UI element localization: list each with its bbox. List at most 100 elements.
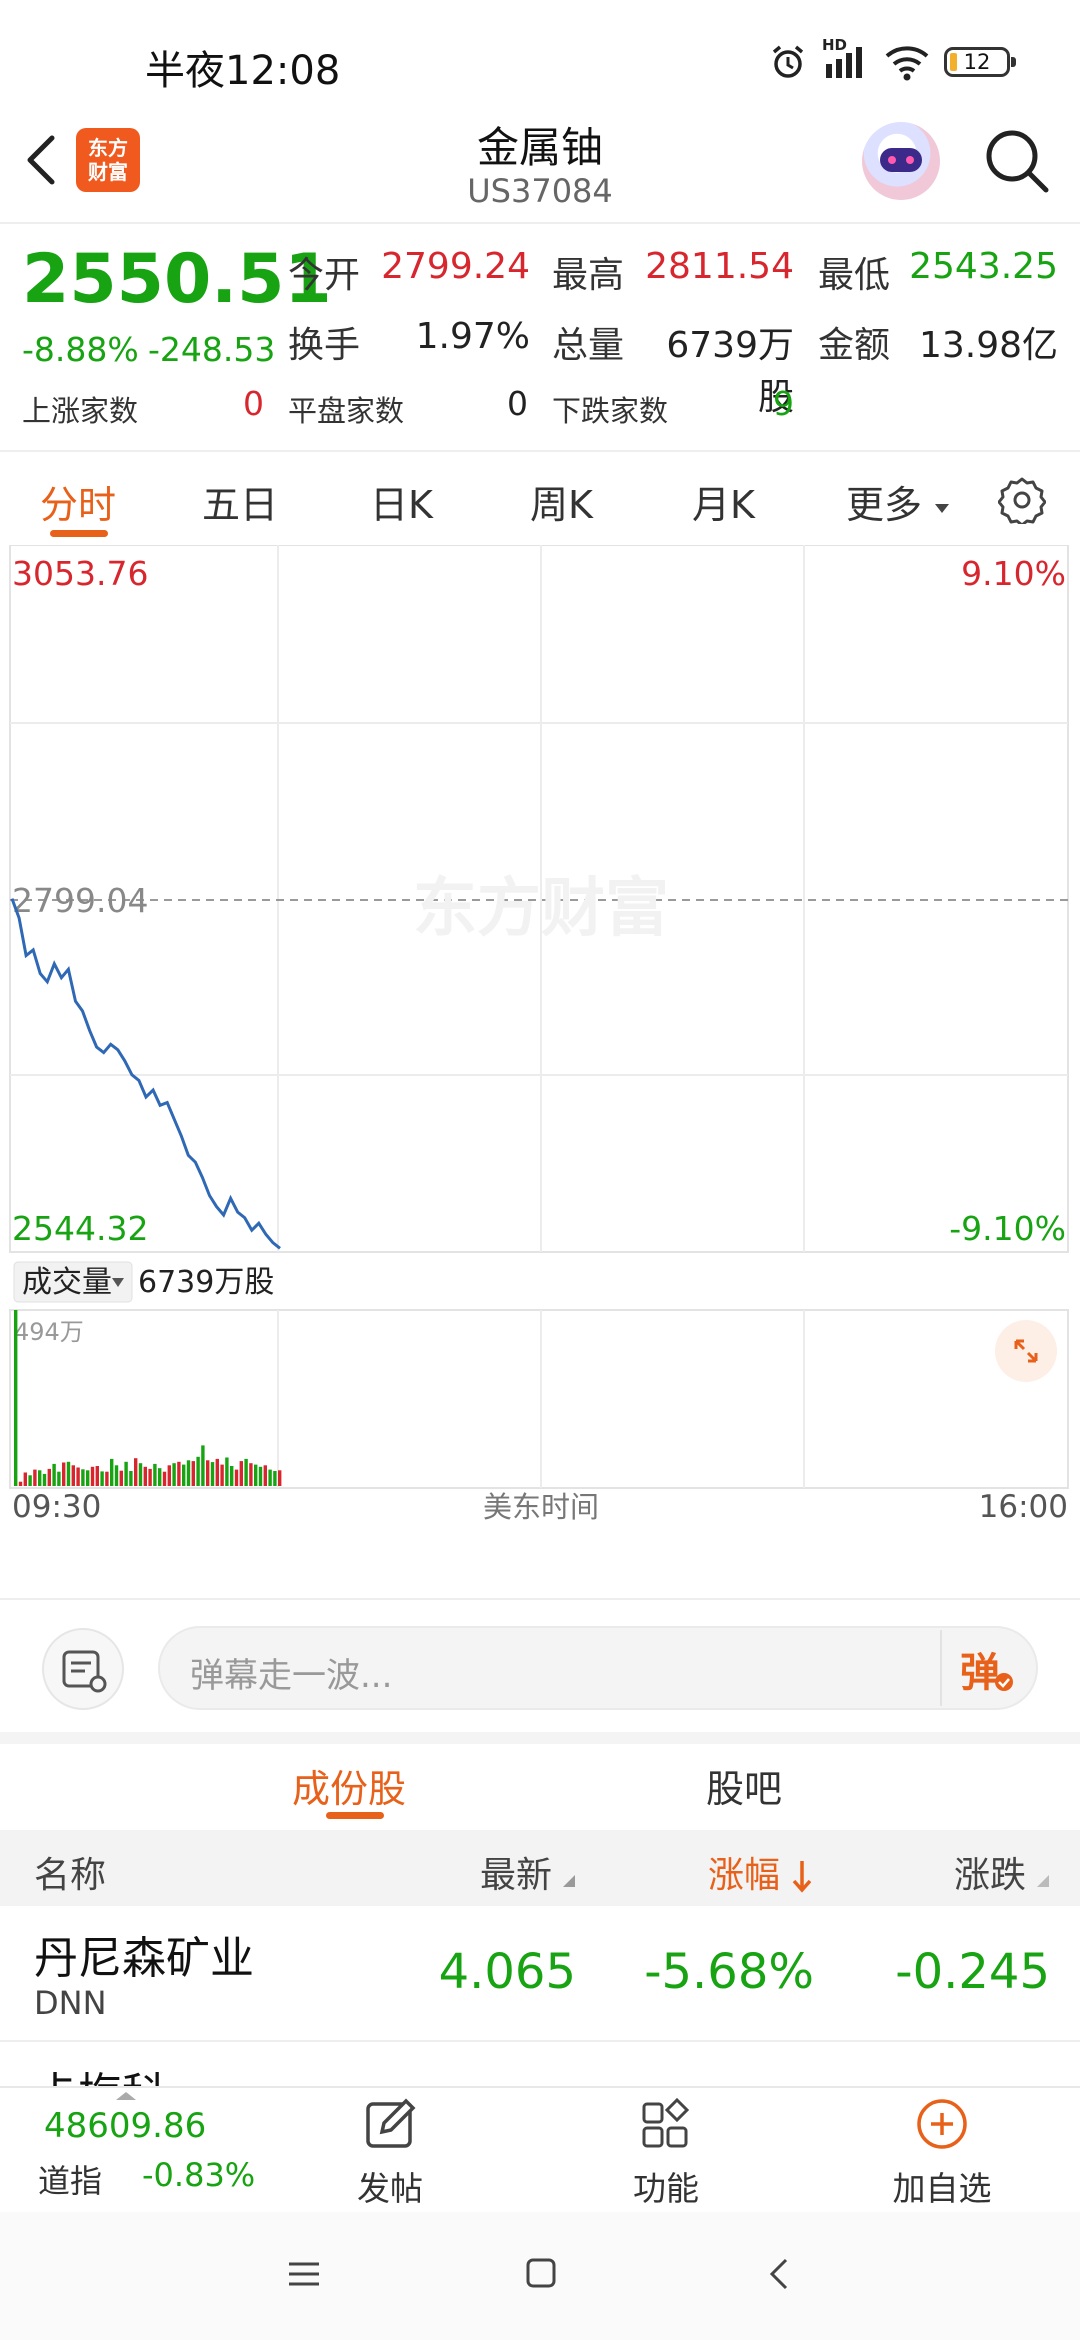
post-button[interactable]: 发帖 bbox=[320, 2162, 460, 2210]
battery-level: 12 bbox=[963, 50, 991, 74]
status-time: 半夜12:08 bbox=[145, 48, 341, 94]
expand-chart-button[interactable] bbox=[995, 1320, 1057, 1382]
volume-bar bbox=[258, 1466, 263, 1486]
tab-weekly-k[interactable]: 周K bbox=[530, 474, 593, 529]
row-stock-name: 丹尼森矿业 bbox=[34, 1933, 254, 1984]
post-edit-icon[interactable] bbox=[360, 2094, 420, 2154]
back-nav-icon[interactable] bbox=[766, 2256, 792, 2292]
volume-max-label: 494万 bbox=[14, 1318, 84, 1346]
col-name-header[interactable]: 名称 bbox=[34, 1846, 106, 1898]
row-change-pct: -5.68% bbox=[644, 1944, 814, 2000]
index-expand-arrow-icon[interactable] bbox=[116, 2090, 136, 2102]
tab-monthly-k[interactable]: 月K bbox=[692, 474, 755, 529]
prev-close-label: 2799.04 bbox=[12, 881, 148, 920]
time-start-label: 09:30 bbox=[12, 1489, 101, 1525]
tab-active-indicator bbox=[50, 530, 108, 537]
row-divider bbox=[0, 2040, 1080, 2042]
change-percent: -8.88% bbox=[22, 330, 139, 369]
pct-low-label: -9.10% bbox=[949, 1209, 1066, 1248]
open-label: 今开 bbox=[288, 255, 361, 296]
volume-bar bbox=[66, 1461, 71, 1486]
tab-forum[interactable]: 股吧 bbox=[706, 1758, 782, 1813]
turnover-label: 换手 bbox=[288, 325, 361, 366]
volume-bar bbox=[244, 1458, 248, 1486]
volume-bar bbox=[81, 1469, 85, 1486]
volume-bar bbox=[62, 1462, 66, 1486]
home-nav-icon[interactable] bbox=[524, 2256, 558, 2290]
volume-bar bbox=[148, 1468, 152, 1486]
sort-icon-2 bbox=[1037, 1875, 1050, 1887]
col-chg-header[interactable]: 涨跌 bbox=[954, 1846, 1050, 1898]
col-pct-header[interactable]: 涨幅 bbox=[708, 1846, 813, 1898]
time-end-label: 16:00 bbox=[979, 1489, 1068, 1525]
volume-bar bbox=[14, 1310, 18, 1486]
volume-bar bbox=[215, 1458, 219, 1486]
comment-divider bbox=[0, 1598, 1080, 1600]
volume-bar bbox=[42, 1473, 47, 1486]
functions-button[interactable]: 功能 bbox=[596, 2162, 736, 2210]
volume-bar bbox=[268, 1469, 272, 1486]
volume-bar bbox=[71, 1465, 75, 1486]
amount-value: 13.98亿 bbox=[918, 325, 1058, 366]
search-icon[interactable] bbox=[982, 126, 1052, 196]
index-value[interactable]: 48609.86 bbox=[44, 2106, 206, 2146]
robot-assistant-icon[interactable] bbox=[862, 122, 940, 200]
up-count: 0 bbox=[243, 384, 264, 423]
down-count-label: 下跌家数 bbox=[552, 394, 669, 428]
change-amount: -248.53 bbox=[148, 330, 276, 369]
battery-icon: 12 bbox=[944, 47, 1016, 77]
system-nav-bar bbox=[0, 2212, 1080, 2340]
volume-bar bbox=[138, 1463, 143, 1486]
col-last-header[interactable]: 最新 bbox=[480, 1846, 576, 1898]
dropdown-arrow-icon bbox=[935, 503, 950, 513]
header-divider bbox=[0, 222, 1080, 224]
volume-bar bbox=[110, 1458, 114, 1486]
volume-bar bbox=[273, 1471, 277, 1486]
up-count-label: 上涨家数 bbox=[22, 394, 139, 428]
volume-label: 总量 bbox=[552, 325, 625, 366]
volume-bar bbox=[230, 1466, 234, 1486]
volume-bar bbox=[33, 1469, 37, 1486]
menu-nav-icon[interactable] bbox=[286, 2258, 322, 2290]
danmu-separator bbox=[940, 1630, 942, 1706]
volume-bar bbox=[210, 1462, 215, 1486]
comment-settings-button[interactable] bbox=[42, 1628, 124, 1710]
current-price: 2550.51 bbox=[22, 240, 332, 319]
section-gap bbox=[0, 1732, 1080, 1744]
status-icons: HD 12 bbox=[768, 36, 1016, 82]
volume-bar bbox=[95, 1466, 99, 1486]
functions-grid-icon[interactable] bbox=[636, 2094, 696, 2154]
add-watchlist-icon[interactable] bbox=[912, 2094, 972, 2154]
tab-intraday[interactable]: 分时 bbox=[40, 474, 116, 529]
turnover-value: 1.97% bbox=[415, 316, 530, 357]
volume-bar bbox=[239, 1461, 243, 1486]
tab-daily-k[interactable]: 日K bbox=[370, 474, 433, 529]
pct-high-label: 9.10% bbox=[961, 554, 1066, 593]
flat-count: 0 bbox=[507, 384, 528, 423]
volume-bar bbox=[249, 1463, 253, 1486]
volume-bar bbox=[167, 1465, 171, 1486]
tab-five-day[interactable]: 五日 bbox=[202, 474, 278, 529]
volume-chart-frame bbox=[9, 1309, 1069, 1489]
volume-bar bbox=[172, 1463, 176, 1486]
col-last-label: 最新 bbox=[480, 1855, 553, 1896]
volume-bar bbox=[90, 1466, 95, 1486]
high-value: 2811.54 bbox=[645, 246, 794, 287]
settings-gear-icon[interactable] bbox=[998, 476, 1046, 524]
add-watchlist-button[interactable]: 加自选 bbox=[872, 2162, 1012, 2210]
tab-more[interactable]: 更多 bbox=[846, 474, 950, 529]
volume-bar bbox=[177, 1461, 181, 1486]
tab-constituents[interactable]: 成份股 bbox=[292, 1758, 406, 1813]
intraday-chart[interactable]: 东方财富 3053.76 9.10% 2799.04 2544.32 -9.10… bbox=[0, 545, 1080, 1595]
volume-bar bbox=[162, 1471, 167, 1486]
price-series-line bbox=[10, 898, 281, 1250]
amount-label: 金额 bbox=[818, 325, 891, 366]
danmu-settings-icon bbox=[62, 1650, 107, 1693]
price-high-label: 3053.76 bbox=[12, 554, 148, 593]
sort-desc-arrow-icon bbox=[793, 1861, 812, 1893]
volume-bar bbox=[134, 1458, 138, 1486]
volume-bar bbox=[18, 1481, 23, 1486]
low-value: 2543.25 bbox=[909, 246, 1058, 287]
volume-bar bbox=[105, 1471, 109, 1486]
volume-bar bbox=[28, 1475, 32, 1486]
